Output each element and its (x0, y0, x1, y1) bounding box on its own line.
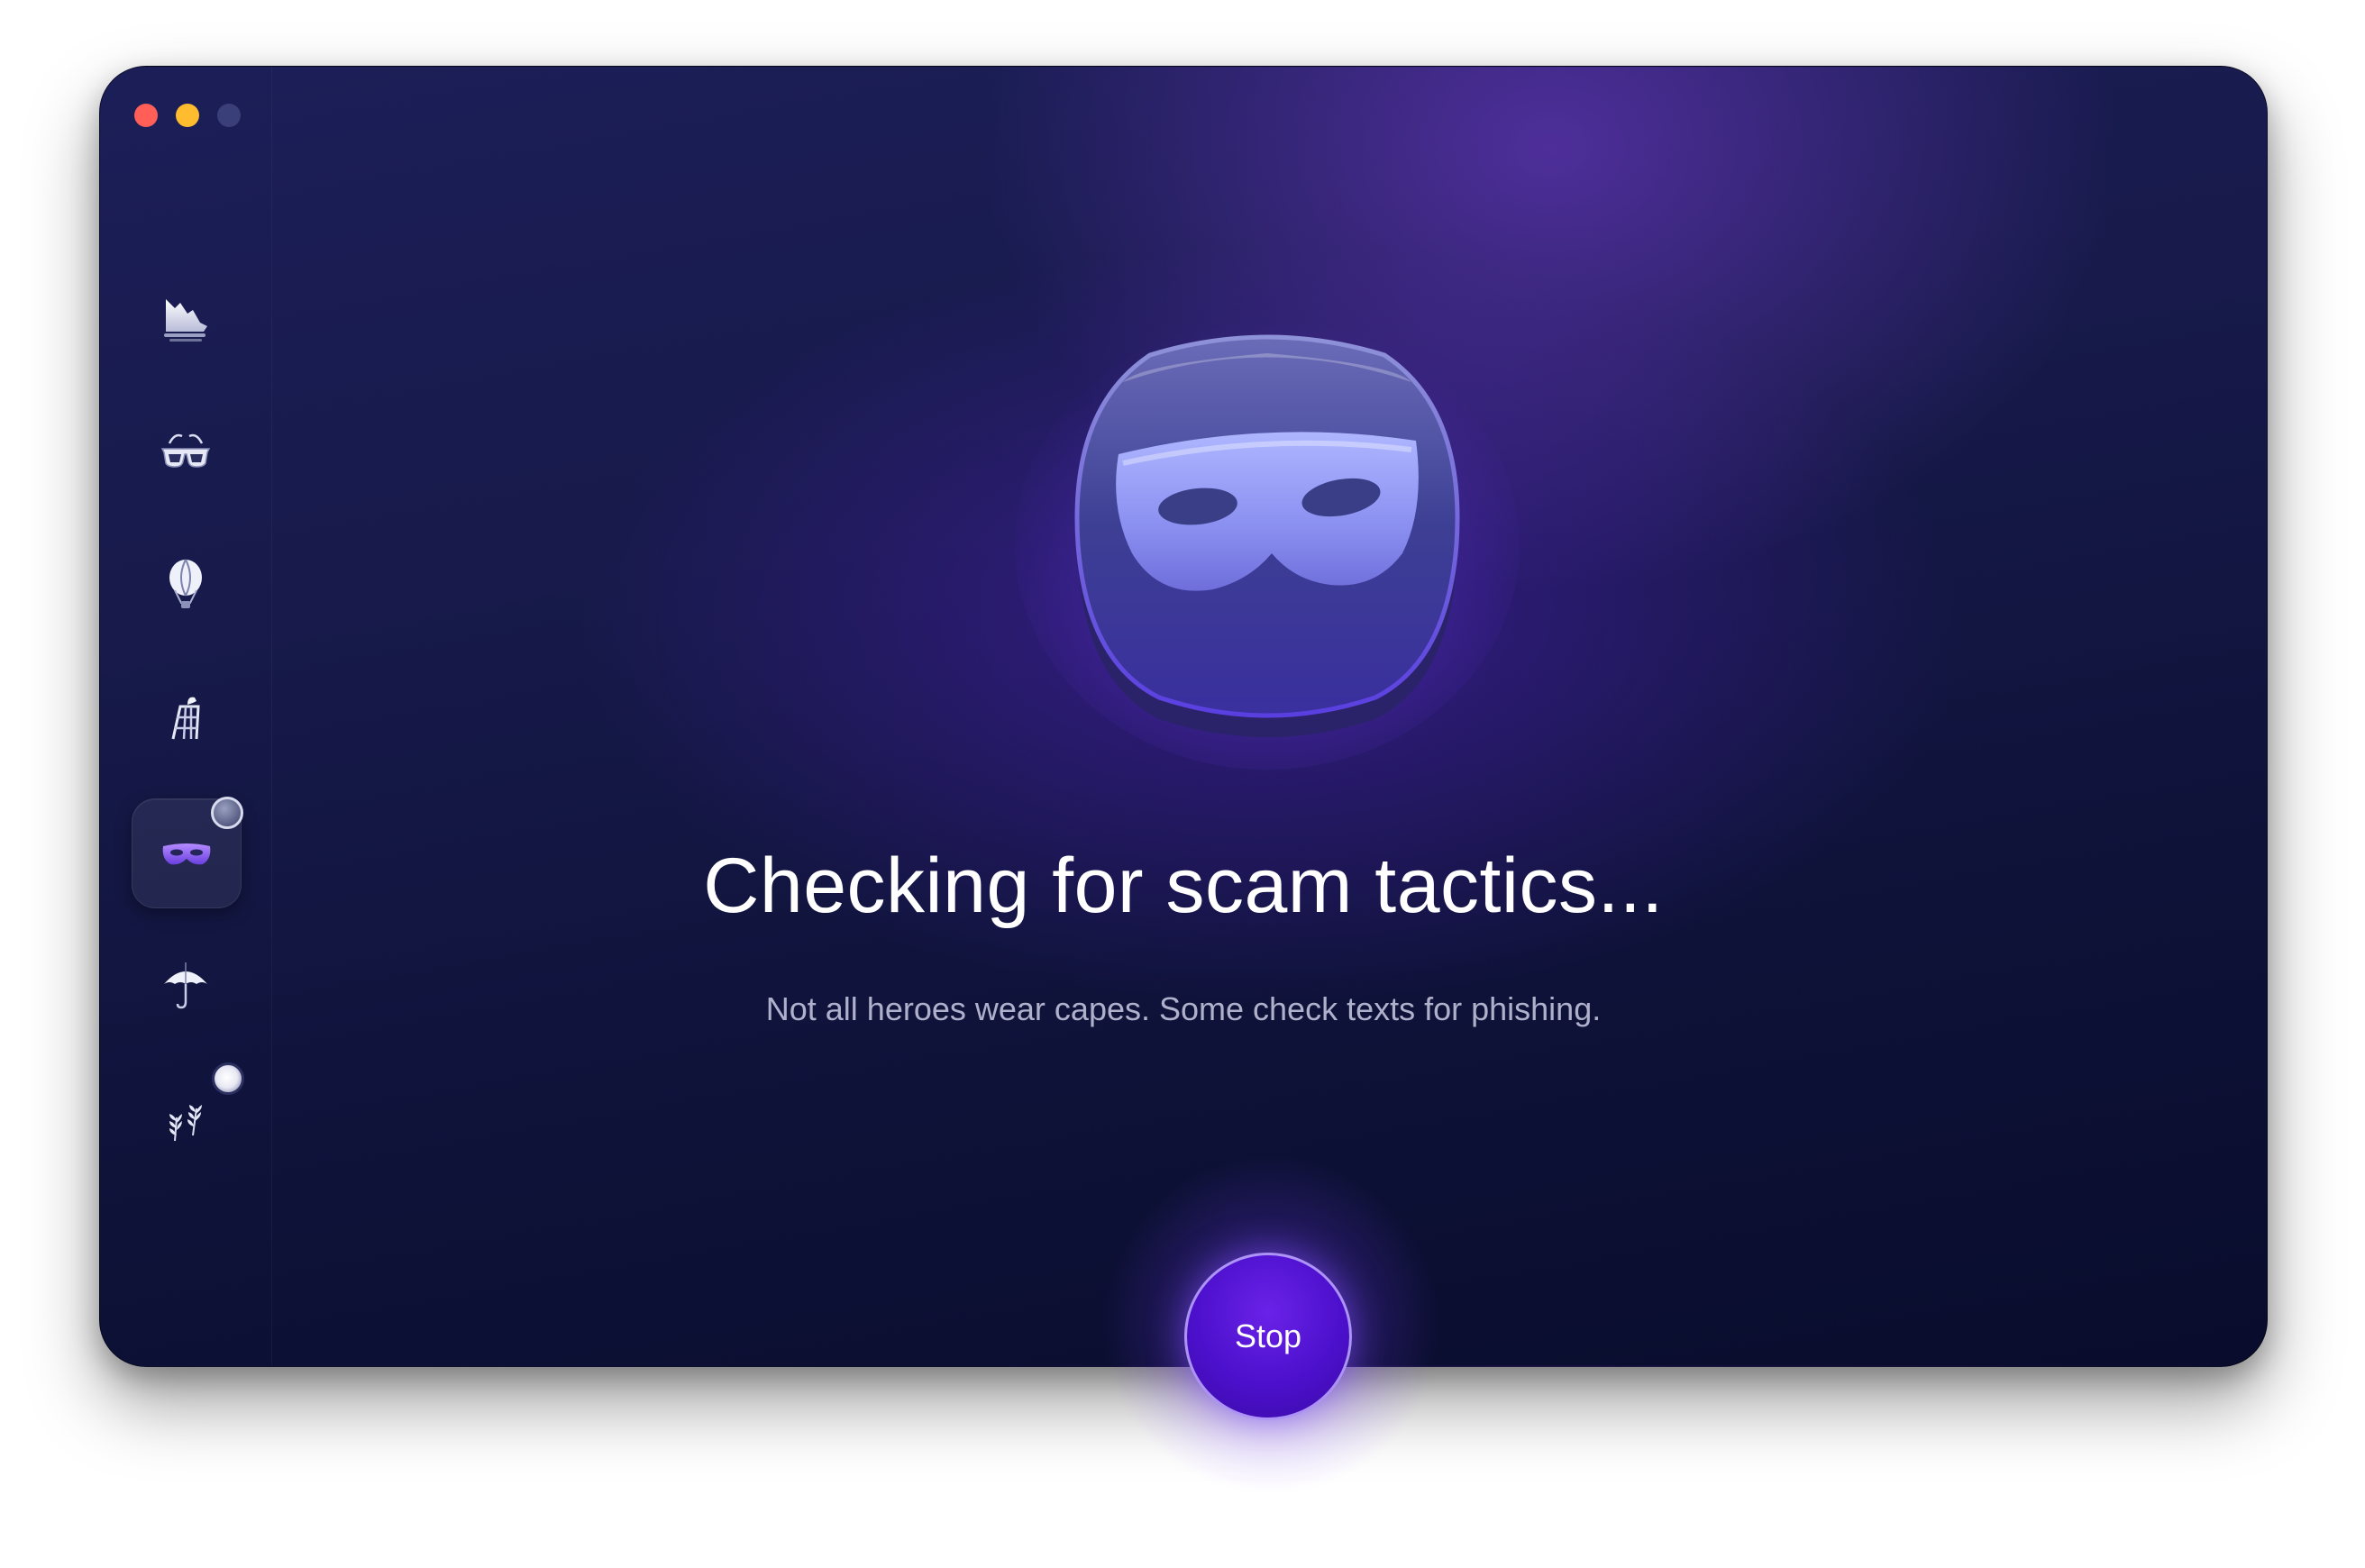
glasses-icon (160, 433, 211, 468)
sidebar-item-protection[interactable] (132, 398, 240, 506)
app-window: Checking for scam tactics... Not all her… (99, 66, 2268, 1367)
balloon-icon (169, 559, 202, 608)
page-title: Checking for scam tactics... (703, 843, 1664, 929)
status-badge (212, 1062, 244, 1095)
sidebar-item-performance[interactable] (132, 531, 240, 639)
ship-icon (164, 299, 207, 342)
page-subtitle: Not all heroes wear capes. Some check te… (765, 990, 1602, 1027)
stop-button[interactable]: Stop (1184, 1253, 1352, 1420)
leaves-icon (169, 1105, 202, 1142)
mask-icon (1015, 319, 1520, 770)
scaffold-icon (171, 697, 200, 740)
sidebar-item-cleanup[interactable] (132, 265, 240, 373)
sidebar (100, 67, 272, 1366)
progress-badge (211, 797, 243, 829)
sidebar-item-applications[interactable] (132, 663, 240, 771)
